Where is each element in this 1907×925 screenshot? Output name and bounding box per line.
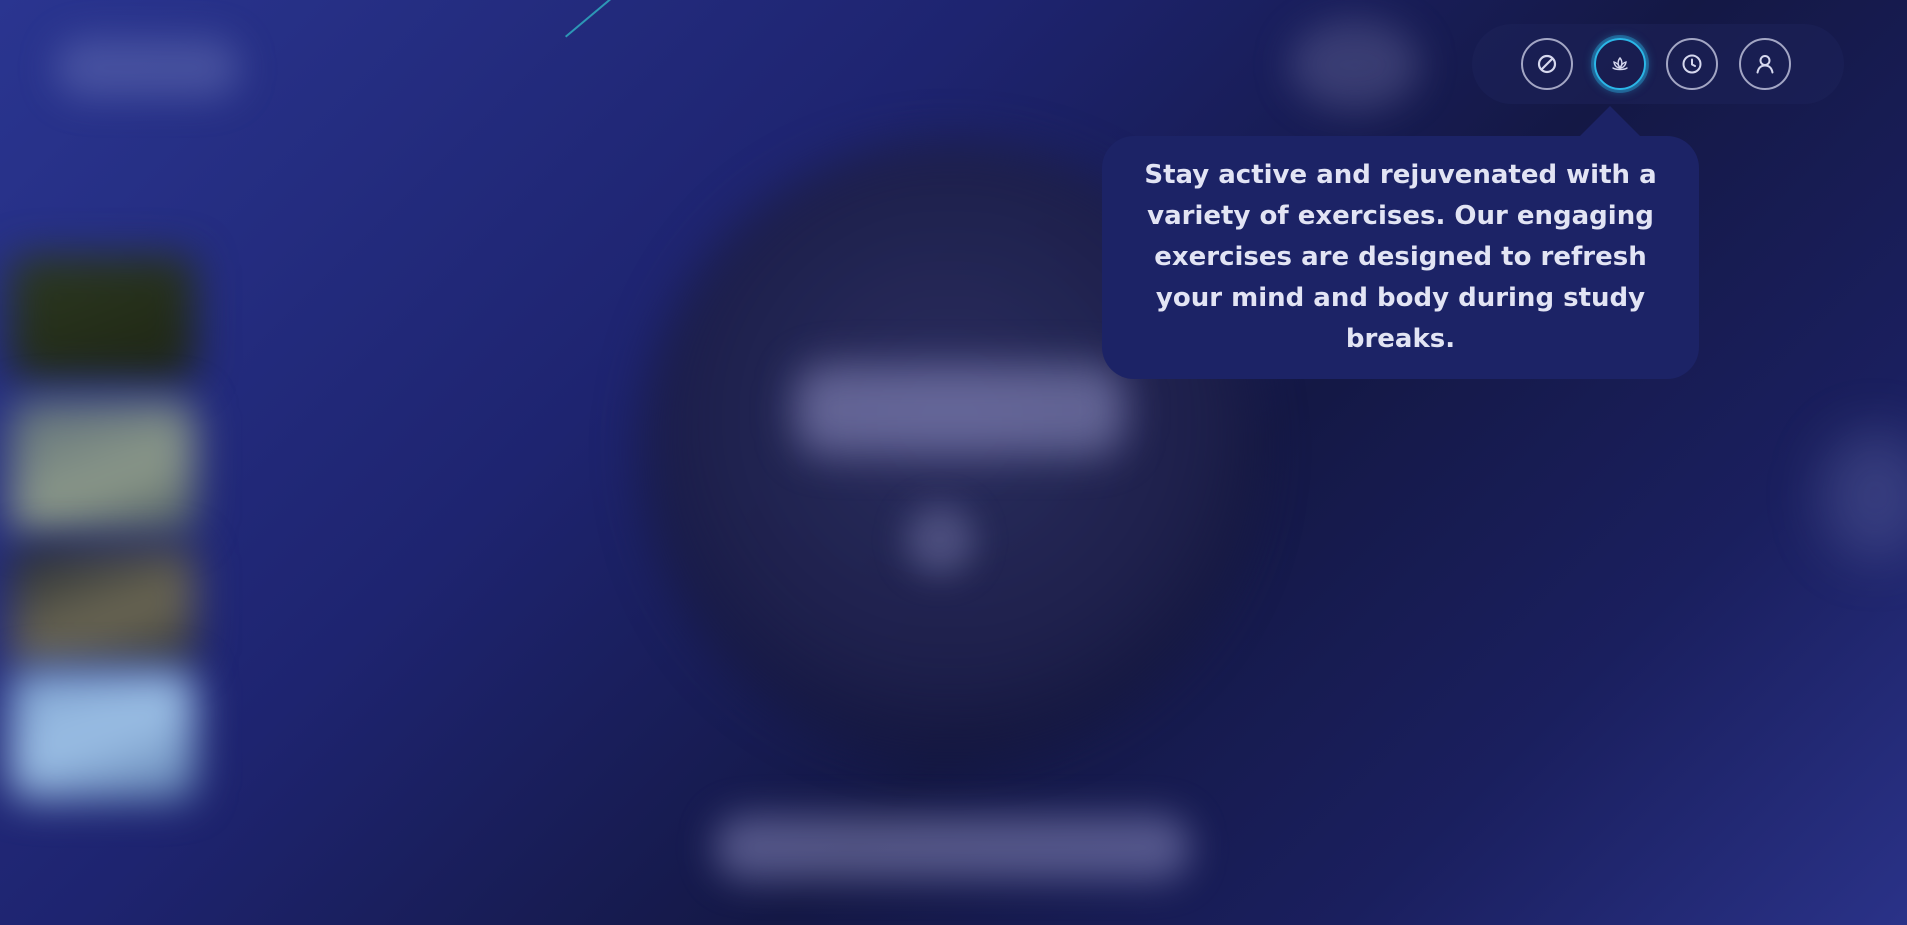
blurred-side-element (1820, 430, 1907, 560)
exercises-tooltip: Stay active and rejuvenated with a varie… (1102, 136, 1699, 379)
block-icon (1537, 54, 1557, 74)
profile-button[interactable] (1739, 38, 1791, 90)
tooltip-text: Stay active and rejuvenated with a varie… (1144, 160, 1657, 354)
blurred-thumbnail (10, 400, 195, 535)
history-button[interactable] (1666, 38, 1718, 90)
tooltip-arrow (1578, 106, 1642, 138)
block-button[interactable] (1521, 38, 1573, 90)
user-icon (1756, 55, 1774, 74)
blurred-thumbnail (10, 670, 195, 800)
blurred-badge (1290, 20, 1420, 110)
blurred-thumbnail (10, 545, 195, 665)
blurred-indicator (905, 505, 975, 575)
blurred-timer-readout (795, 365, 1125, 455)
blurred-thumbnail (10, 255, 195, 380)
exercises-button[interactable] (1594, 38, 1646, 90)
lotus-icon (1612, 56, 1628, 71)
blurred-logo (55, 38, 240, 98)
blurred-action-button (715, 815, 1190, 880)
background-streak (565, 0, 613, 38)
clock-icon (1682, 54, 1702, 74)
